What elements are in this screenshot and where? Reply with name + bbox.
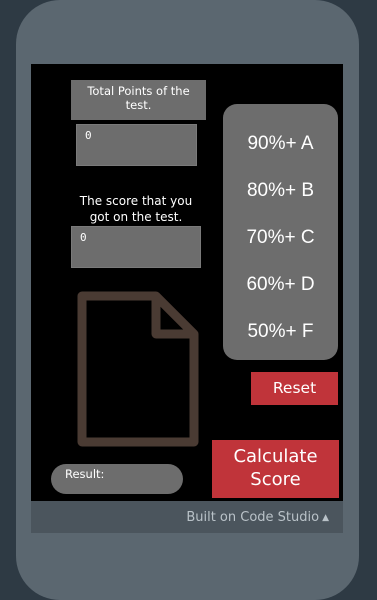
grade-c: 70%+ C [246,227,315,248]
reset-button[interactable]: Reset [251,372,338,405]
caret-up-icon: ▲ [322,513,329,523]
total-points-label: Total Points of the test. [71,80,206,120]
grade-a: 90%+ A [247,133,314,154]
total-points-input[interactable]: 0 [76,124,197,166]
score-input[interactable]: 0 [71,226,201,268]
code-studio-footer[interactable]: Built on Code Studio ▲ [31,501,343,533]
footer-text: Built on Code Studio [186,510,320,525]
score-label: The score that you got on the test. [79,194,193,224]
footer-link[interactable]: Built on Code Studio ▲ [186,510,329,525]
result-field: Result: [51,464,183,494]
grade-b: 80%+ B [246,180,315,201]
calculate-score-button[interactable]: Calculate Score [212,440,339,498]
grade-scale-panel: 90%+ A 80%+ B 70%+ C 60%+ D 50%+ F [223,104,338,360]
grade-f: 50%+ F [247,321,314,342]
document-icon [77,291,199,447]
grade-d: 60%+ D [246,274,315,295]
